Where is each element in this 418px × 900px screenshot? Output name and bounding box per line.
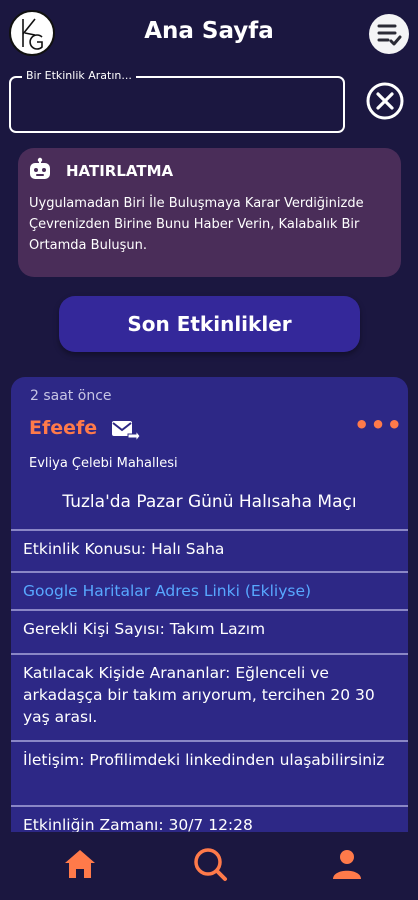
required-people-row: Gerekli Kişi Sayısı: Takım Lazım xyxy=(11,609,408,653)
search-label: Bir Etkinlik Aratın... xyxy=(22,69,136,82)
event-author[interactable]: Efeefe xyxy=(29,417,97,439)
home-icon[interactable] xyxy=(60,844,100,884)
event-topic-row: Etkinlik Konusu: Halı Saha xyxy=(11,529,408,571)
contact-info: İletişim: Profilimdeki linkedinden ulaşa… xyxy=(23,751,385,769)
bottom-navigation xyxy=(0,832,418,900)
maps-link[interactable]: Google Haritalar Adres Linki (Ekliyse) xyxy=(11,573,408,602)
required-people: Gerekli Kişi Sayısı: Takım Lazım xyxy=(23,620,266,638)
contact-row: İletişim: Profilimdeki linkedinden ulaşa… xyxy=(11,740,408,805)
event-card[interactable]: 2 saat önce Efeefe ••• Evliya Çelebi Mah… xyxy=(11,377,408,847)
recent-events-button[interactable]: Son Etkinlikler xyxy=(59,296,360,352)
event-time-ago: 2 saat önce xyxy=(30,388,112,404)
sort-list-icon[interactable] xyxy=(369,14,409,54)
maps-link-row[interactable]: Google Haritalar Adres Linki (Ekliyse) xyxy=(11,571,408,609)
wanted-traits: Katılacak Kişide Arananlar: Eğlenceli ve… xyxy=(23,664,375,726)
more-options-icon[interactable]: ••• xyxy=(354,411,403,439)
search-icon[interactable] xyxy=(190,844,230,884)
message-icon[interactable] xyxy=(111,419,141,443)
event-district: Evliya Çelebi Mahallesi xyxy=(29,456,178,471)
page-title: Ana Sayfa xyxy=(144,18,274,44)
close-circle-icon[interactable] xyxy=(364,80,406,122)
search-input[interactable] xyxy=(9,76,345,133)
wanted-traits-row: Katılacak Kişide Arananlar: Eğlenceli ve… xyxy=(11,653,408,740)
reminder-title: HATIRLATMA xyxy=(66,162,174,180)
event-topic: Etkinlik Konusu: Halı Saha xyxy=(23,540,225,558)
robot-icon xyxy=(27,157,53,183)
header: Ana Sayfa xyxy=(0,0,418,62)
profile-icon[interactable] xyxy=(327,844,367,884)
event-title: Tuzla'da Pazar Günü Halısaha Maçı xyxy=(62,492,357,512)
reminder-text: Uygulamadan Biri İle Buluşmaya Karar Ver… xyxy=(29,196,364,253)
